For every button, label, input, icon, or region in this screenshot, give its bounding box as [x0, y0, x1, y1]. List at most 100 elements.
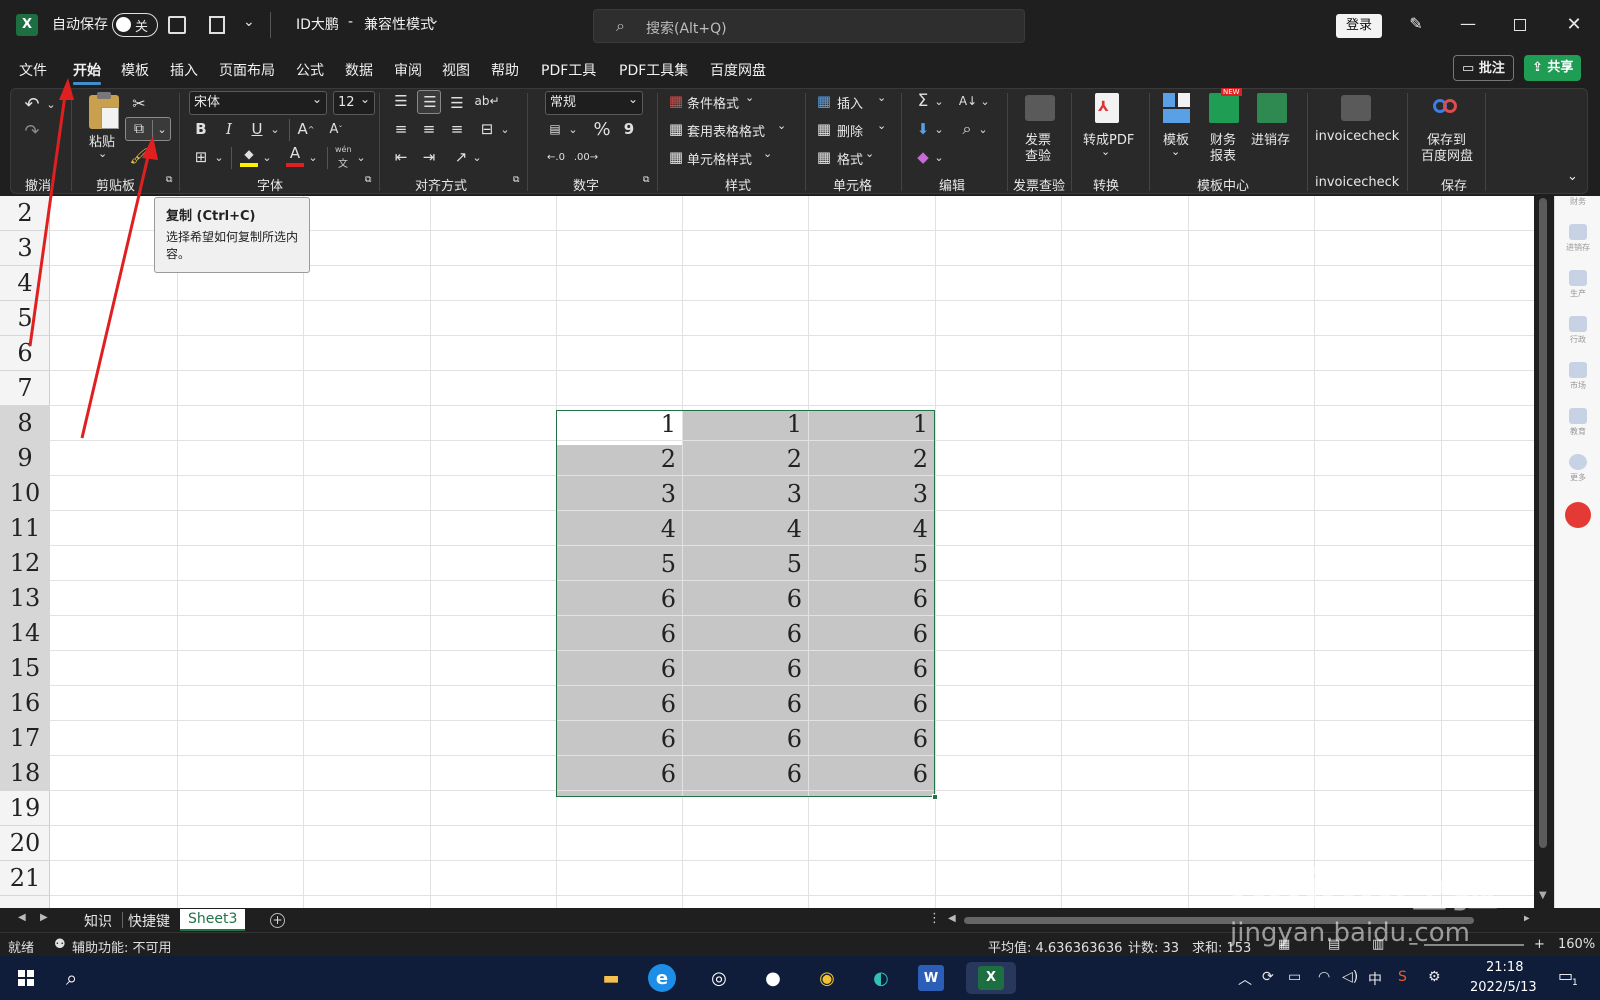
minimize-icon[interactable]: — [1457, 14, 1479, 36]
template-icon[interactable] [1163, 93, 1191, 123]
row-header[interactable]: 11 [0, 511, 50, 546]
to-pdf-dropdown-icon[interactable]: ⌄ [1101, 145, 1110, 158]
sogou-icon[interactable]: S [1398, 969, 1407, 985]
side-market[interactable]: 市场 [1563, 362, 1593, 398]
insert-cells-icon[interactable]: ▦ [815, 91, 833, 111]
undo-icon[interactable]: ↶ [21, 93, 43, 115]
align-left-icon[interactable]: ≡ [391, 119, 411, 139]
decrease-decimal-icon[interactable]: .00→ [574, 147, 598, 167]
font-launcher-icon[interactable]: ⧉ [365, 175, 371, 185]
menu-formulas[interactable]: 公式 [296, 60, 324, 80]
conditional-format-label[interactable]: 条件格式 [687, 93, 739, 112]
invoicecheck-label[interactable]: invoicecheck [1315, 129, 1399, 144]
row-header[interactable]: 14 [0, 616, 50, 651]
clock-time[interactable]: 21:18 [1486, 960, 1523, 975]
copy-button[interactable]: ⧉ ⌄ [125, 117, 171, 141]
row-header[interactable]: 5 [0, 301, 50, 336]
file-explorer-icon[interactable]: ▬ [594, 962, 628, 994]
row-header[interactable]: 20 [0, 826, 50, 861]
tray-settings-icon[interactable]: ⚙ [1428, 969, 1441, 985]
tray-battery-icon[interactable]: ▭ [1288, 969, 1301, 985]
template-dropdown-icon[interactable]: ⌄ [1171, 145, 1180, 158]
compat-mode[interactable]: 兼容性模式 [364, 14, 434, 34]
menu-review[interactable]: 审阅 [394, 60, 422, 80]
row-header[interactable]: 13 [0, 581, 50, 616]
conditional-format-dropdown-icon[interactable]: ⌄ [745, 91, 754, 104]
save-icon[interactable] [168, 16, 186, 34]
borders-icon[interactable]: ⊞ [191, 147, 211, 167]
windows-start-icon[interactable] [18, 970, 34, 986]
side-admin[interactable]: 行政 [1563, 316, 1593, 352]
orientation-dropdown-icon[interactable]: ⌄ [471, 147, 483, 167]
paste-icon[interactable] [89, 92, 119, 129]
add-sheet-icon[interactable]: + [270, 913, 285, 928]
clock-date[interactable]: 2022/5/13 [1470, 980, 1537, 995]
fill-handle[interactable] [932, 794, 938, 800]
insert-cells-dropdown-icon[interactable]: ⌄ [877, 91, 886, 104]
align-bottom-icon[interactable]: ☰ [447, 93, 467, 113]
menu-file[interactable]: 文件 [19, 60, 47, 80]
invoice-check-icon[interactable] [1025, 95, 1055, 121]
font-size-select[interactable]: 12 [333, 88, 375, 115]
row-header[interactable]: 2 [0, 196, 50, 231]
paste-dropdown-icon[interactable]: ⌄ [98, 147, 107, 160]
inventory-label[interactable]: 进销存 [1251, 129, 1290, 148]
row-header[interactable]: 15 [0, 651, 50, 686]
cell-styles-label[interactable]: 单元格样式 [687, 149, 752, 168]
sort-filter-dropdown-icon[interactable]: ⌄ [979, 91, 991, 111]
scroll-down-icon[interactable]: ▼ [1539, 890, 1547, 901]
percent-icon[interactable]: % [591, 119, 613, 140]
comma-style-icon[interactable]: 9 [621, 119, 637, 139]
tab-menu-icon[interactable]: ⋮ [928, 911, 941, 926]
row-header[interactable]: 3 [0, 231, 50, 266]
vertical-scroll-thumb[interactable] [1539, 198, 1547, 848]
menu-templates[interactable]: 模板 [121, 60, 149, 80]
row-header[interactable]: 18 [0, 756, 50, 791]
menu-insert[interactable]: 插入 [170, 60, 198, 80]
orientation-icon[interactable]: ↗ [451, 147, 471, 167]
format-as-table-dropdown-icon[interactable]: ⌄ [777, 119, 786, 132]
delete-cells-label[interactable]: 删除 [837, 121, 863, 140]
redo-icon[interactable]: ↷ [21, 120, 43, 142]
row-header[interactable]: 4 [0, 266, 50, 301]
tray-volume-icon[interactable]: ◁) [1342, 969, 1358, 985]
cell-styles-icon[interactable]: ▦ [667, 147, 685, 167]
notification-icon[interactable]: ▭ [1558, 966, 1573, 985]
wrap-text-icon[interactable]: ab↵ [474, 91, 499, 111]
menu-home[interactable]: 开始 [73, 60, 101, 85]
cell-styles-dropdown-icon[interactable]: ⌄ [763, 147, 772, 160]
underline-dropdown-icon[interactable]: ⌄ [269, 119, 281, 139]
format-cells-dropdown-icon[interactable]: ⌄ [865, 147, 874, 160]
borders-dropdown-icon[interactable]: ⌄ [213, 147, 225, 167]
format-painter-icon[interactable]: 🖌 [129, 146, 149, 166]
decrease-indent-icon[interactable]: ⇤ [391, 147, 411, 167]
sheet-tab-sheet3[interactable]: Sheet3 [180, 909, 246, 931]
sheet-tab-knowledge[interactable]: 知识 [84, 911, 112, 931]
font-color-dropdown-icon[interactable]: ⌄ [307, 147, 319, 167]
quick-assist-icon[interactable]: ◎ [702, 962, 736, 994]
phonetic-icon[interactable]: wén 文 [333, 145, 355, 170]
menu-page-layout[interactable]: 页面布局 [219, 60, 275, 80]
delete-cells-icon[interactable]: ▦ [815, 119, 833, 139]
row-header[interactable]: 16 [0, 686, 50, 721]
align-middle-button[interactable]: ☰ [417, 90, 441, 114]
increase-decimal-icon[interactable]: ←.0 [545, 147, 567, 167]
inventory-icon[interactable] [1257, 93, 1287, 123]
login-button[interactable]: 登录 [1336, 14, 1382, 38]
cut-icon[interactable]: ✂ [129, 93, 149, 113]
edge-icon[interactable]: ◐ [864, 962, 898, 994]
fill-icon[interactable]: ⬇ [913, 119, 933, 139]
tray-sync-icon[interactable]: ⟳ [1262, 969, 1274, 985]
row-header[interactable]: 12 [0, 546, 50, 581]
row-header[interactable]: 9 [0, 441, 50, 476]
format-cells-label[interactable]: 格式 [837, 149, 863, 168]
side-inventory[interactable]: 进销存 [1563, 224, 1593, 260]
row-header[interactable]: 19 [0, 791, 50, 826]
underline-icon[interactable]: U [247, 119, 267, 139]
share-button[interactable]: ⇪ 共享 [1524, 55, 1582, 81]
vertical-scrollbar[interactable]: ▼ [1534, 196, 1554, 908]
sort-filter-icon[interactable]: A↓ [957, 91, 979, 111]
number-format-select[interactable]: 常规 [545, 88, 643, 115]
close-icon[interactable]: ✕ [1563, 14, 1585, 36]
menu-baidu-netdisk[interactable]: 百度网盘 [710, 60, 766, 80]
